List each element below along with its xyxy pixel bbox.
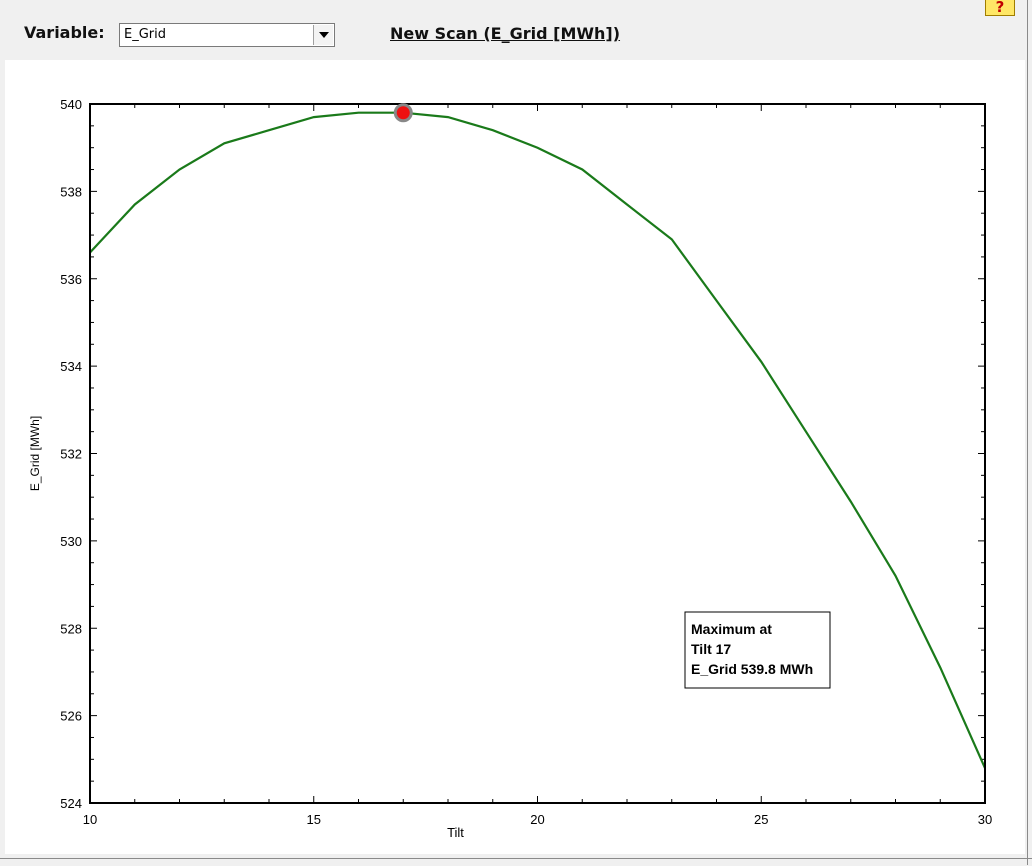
y-tick-label: 532	[60, 447, 82, 462]
plot-frame	[89, 103, 986, 804]
y-tick-label: 536	[60, 272, 82, 287]
y-tick-label: 540	[60, 97, 82, 112]
x-tick-label: 30	[978, 812, 992, 827]
annotation-line-3: E_Grid 539.8 MWh	[691, 661, 813, 677]
x-tick-label: 20	[530, 812, 544, 827]
maximum-annotation: Maximum at Tilt 17 E_Grid 539.8 MWh	[684, 611, 831, 689]
y-axis-label: E_Grid [MWh]	[28, 416, 42, 491]
annotation-line-2: Tilt 17	[691, 641, 731, 657]
x-tick-label: 10	[83, 812, 97, 827]
variable-select[interactable]: E_Grid	[119, 23, 335, 47]
help-icon[interactable]: ?	[985, 0, 1015, 16]
y-tick-label: 526	[60, 709, 82, 724]
x-tick-label: 15	[307, 812, 321, 827]
new-scan-link[interactable]: New Scan (E_Grid [MWh])	[390, 24, 620, 43]
series-line	[89, 111, 987, 769]
maximum-marker	[393, 103, 413, 123]
x-axis-label: Tilt	[447, 825, 464, 840]
chevron-down-icon[interactable]	[313, 25, 333, 45]
y-tick-label: 534	[60, 359, 82, 374]
variable-select-value: E_Grid	[124, 27, 166, 42]
chart-panel: 524 526 528 530 532 534 536 538 540 10 15 20 25 30 Ma…	[5, 60, 1025, 854]
variable-label: Variable:	[24, 23, 105, 42]
y-tick-label: 524	[60, 796, 82, 811]
y-tick-label: 528	[60, 621, 82, 636]
window-right-border	[1027, 0, 1028, 865]
annotation-line-1: Maximum at	[691, 621, 772, 637]
toolbar: Variable: E_Grid New Scan (E_Grid [MWh])…	[0, 0, 1032, 60]
y-tick-label: 530	[60, 534, 82, 549]
x-tick-label: 25	[754, 812, 768, 827]
y-tick-label: 538	[60, 184, 82, 199]
line-chart: 524 526 528 530 532 534 536 538 540 10 15 20 25 30 Ma…	[28, 97, 992, 840]
